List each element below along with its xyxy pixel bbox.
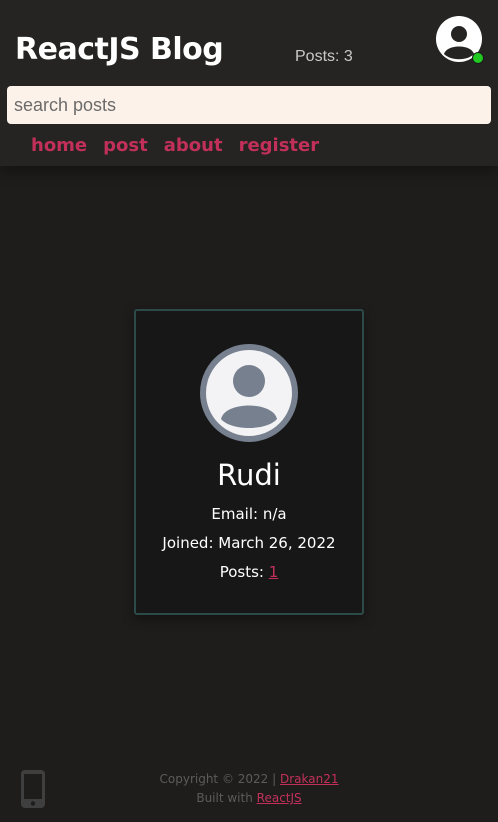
nav-link-post[interactable]: post <box>103 134 148 158</box>
nav-link-home[interactable]: home <box>31 134 87 158</box>
search-input[interactable] <box>7 86 491 124</box>
app-header: ReactJS Blog Posts: 3 home post about re… <box>0 0 498 166</box>
profile-posts-link[interactable]: 1 <box>269 563 279 581</box>
profile-posts-label: Posts: <box>219 563 264 581</box>
built-with-line: Built with ReactJS <box>0 789 498 808</box>
built-with-text: Built with <box>196 791 253 805</box>
nav-link-about[interactable]: about <box>164 134 223 158</box>
page-footer: Copyright © 2022 | Drakan21 Built with R… <box>0 770 498 808</box>
profile-email: Email: n/a <box>211 505 287 523</box>
nav-link-register[interactable]: register <box>239 134 320 158</box>
profile-joined-date: Joined: March 26, 2022 <box>162 534 336 552</box>
framework-link[interactable]: ReactJS <box>257 791 302 805</box>
app-title: ReactJS Blog <box>15 32 224 67</box>
main-nav: home post about register <box>31 134 319 158</box>
copyright-line: Copyright © 2022 | Drakan21 <box>0 770 498 789</box>
copyright-text: Copyright © 2022 | <box>159 772 277 786</box>
online-status-dot <box>472 52 484 64</box>
profile-name: Rudi <box>217 458 281 492</box>
profile-posts: Posts: 1 <box>136 562 362 582</box>
profile-avatar-icon <box>200 344 298 442</box>
posts-count: Posts: 3 <box>295 48 353 65</box>
author-link[interactable]: Drakan21 <box>280 772 339 786</box>
profile-card: Rudi Email: n/a Joined: March 26, 2022 P… <box>134 309 364 615</box>
